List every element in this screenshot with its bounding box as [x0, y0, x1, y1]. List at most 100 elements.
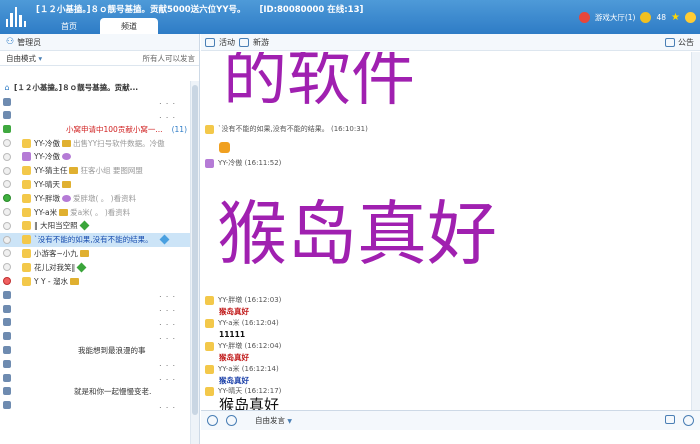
mode-note: 所有人可以发言 — [142, 53, 196, 63]
user-name: `没有不能的如果,没有不能的结果。 — [34, 235, 153, 245]
speak-mode-select[interactable]: 自由发言 ▼ — [255, 415, 292, 426]
emoji-picker-icon[interactable] — [207, 415, 218, 426]
vip-badge-icon — [70, 277, 80, 285]
tab-home[interactable]: 首页 — [40, 18, 98, 34]
star-icon[interactable]: ★ — [671, 12, 680, 23]
subchannel[interactable]: 就是和你一起慢慢变老. — [0, 385, 190, 399]
message-header: YY-胖墩 (16:12:03) — [205, 295, 281, 305]
red-channel-label: 小窝申请中100贡献小窝一... — [66, 124, 163, 134]
subchannel[interactable]: 我能想到最浪漫的事 — [0, 343, 190, 357]
message-body: 11111 — [219, 330, 246, 339]
avatar — [22, 166, 31, 176]
user-row[interactable]: YY-a米 爱a米( 。 )看资料 — [0, 205, 190, 219]
user-name: 小游客~小九 — [34, 248, 78, 258]
avatar — [205, 158, 214, 168]
left-scrollbar-thumb[interactable] — [192, 85, 198, 415]
status-dot-icon — [3, 180, 11, 189]
message-sender: YY-胖墩 — [218, 296, 243, 304]
mode-bar: 自由模式 ▾ 所有人可以发言 — [0, 51, 199, 66]
message-body: 猴岛真好 — [219, 307, 249, 316]
lock-icon — [3, 387, 11, 396]
user-note: 爱胖墩( 。 )看资料 — [72, 193, 137, 203]
lock-icon — [3, 125, 11, 134]
message-sender: YY-胖墩 — [218, 342, 243, 350]
lock-icon — [3, 290, 11, 299]
subchannel[interactable]: . . . — [0, 371, 190, 385]
tab-channel[interactable]: 频道 — [100, 18, 158, 34]
message-header: YY-a米 (16:12:04) — [205, 318, 279, 328]
notice-button[interactable]: 公告 — [665, 37, 694, 48]
user-row[interactable]: YY-猜主任 狂客小组 要图网盟 — [0, 164, 190, 178]
game-lobby-icon[interactable] — [578, 12, 590, 23]
user-row[interactable]: Y Y - 溜水 — [0, 274, 190, 288]
subchannel-label: . . . — [159, 290, 176, 300]
vip-badge-icon — [79, 249, 89, 257]
gamepad-icon[interactable] — [239, 37, 249, 47]
user-row[interactable]: YY-胖墩 爱胖墩( 。 )看资料 — [0, 191, 190, 205]
subchannel-active[interactable]: 小窝申请中100贡献小窝一... (11) — [0, 122, 190, 136]
vip-badge-icon — [59, 208, 69, 216]
mode-select[interactable]: 自由模式 ▾ — [6, 53, 42, 64]
vip-badge-icon — [61, 139, 71, 147]
admin-label: 管理员 — [17, 37, 42, 47]
coin-icon — [640, 12, 652, 23]
gift-icon[interactable] — [665, 415, 675, 424]
admin-header[interactable]: ⚇ 管理员 — [0, 34, 199, 51]
user-row[interactable]: 小游客~小九 — [0, 247, 190, 261]
lock-icon — [3, 97, 11, 106]
channel-root-label: [１２小基搕。]８ｏ靓号基搕。贡献... — [14, 83, 139, 93]
status-dot-icon — [3, 277, 11, 286]
subchannel-label: . . . — [159, 331, 176, 341]
avatar — [22, 235, 31, 245]
user-name: Y Y - 溜水 — [34, 276, 69, 286]
message-time: (16:12:03) — [244, 296, 282, 304]
top-right-tools: 游戏大厅(1) 48 ★ — [578, 12, 696, 23]
chat-scrollbar[interactable] — [691, 52, 700, 412]
subchannel-label: . . . — [159, 110, 176, 120]
message-body: 猴岛真好 — [219, 376, 249, 385]
game-lobby-link[interactable]: 游戏大厅(1) — [595, 12, 636, 23]
avatar — [22, 248, 31, 258]
user-row-selected[interactable]: `没有不能的如果,没有不能的结果。 — [0, 232, 190, 247]
left-scrollbar[interactable] — [190, 81, 199, 444]
diamond-icon — [76, 262, 87, 273]
chat-panel: 活动 新游 公告 的软件 `没有不能的如果,没有不能的结果。 (16:10:31… — [201, 34, 700, 444]
user-row[interactable]: ‖ 大阳当空照 — [0, 219, 190, 233]
chat-options-icon[interactable] — [683, 415, 694, 426]
yy-icon[interactable] — [685, 12, 696, 23]
chevron-down-icon: ▼ — [287, 418, 293, 425]
subchannel[interactable]: . . . — [0, 302, 190, 316]
lock-icon — [3, 318, 11, 327]
vip-badge-icon — [61, 180, 71, 188]
message-time: (16:12:14) — [241, 365, 279, 373]
channel-root[interactable]: ⌂ [１２小基搕。]８ｏ靓号基搕。贡献... — [0, 81, 190, 95]
window-title: [１２小基搕。]８ｏ靓号基搕。贡献5000送六位YY号。 [ID:80080000… — [36, 3, 377, 15]
subchannel[interactable]: . . . — [0, 329, 190, 343]
user-note: 狂客小组 要图网盟 — [80, 166, 143, 176]
activity-icon[interactable] — [205, 37, 215, 47]
subchannel[interactable]: . . . — [0, 357, 190, 371]
newbie-button[interactable]: 新游 — [253, 37, 269, 48]
subchannel[interactable]: . . . — [0, 288, 190, 302]
subchannel[interactable]: . . . — [0, 398, 190, 412]
activity-button[interactable]: 活动 — [219, 37, 235, 48]
avatar — [22, 221, 31, 231]
voice-icon[interactable] — [226, 415, 237, 426]
subchannel[interactable]: . . . — [0, 316, 190, 330]
app-logo-icon — [3, 2, 29, 30]
subchannel[interactable]: . . . — [0, 109, 190, 123]
subchannel[interactable]: . . . — [0, 95, 190, 109]
diamond-icon — [79, 220, 90, 231]
coin-count: 48 — [656, 13, 667, 22]
message-area: 的软件 `没有不能的如果,没有不能的结果。 (16:10:31) YY-冷傲 (… — [201, 52, 700, 412]
notice-icon — [665, 37, 675, 47]
notice-label: 公告 — [678, 37, 694, 47]
user-row[interactable]: YY-晴天 — [0, 178, 190, 192]
user-row[interactable]: YY-冷傲 — [0, 150, 190, 164]
left-panel: ⚇ 管理员 自由模式 ▾ 所有人可以发言 ⌂ [１２小基搕。]８ｏ靓号基搕。贡献.… — [0, 34, 200, 444]
user-row[interactable]: 花儿对我笑‖ — [0, 260, 190, 274]
user-row[interactable]: YY-冷傲 出售YY扫号软件数据。冷傲 — [0, 136, 190, 150]
subchannel-label: 我能想到最浪漫的事 — [78, 345, 146, 355]
message-input[interactable] — [201, 430, 700, 444]
message-time: (16:12:04) — [244, 342, 282, 350]
